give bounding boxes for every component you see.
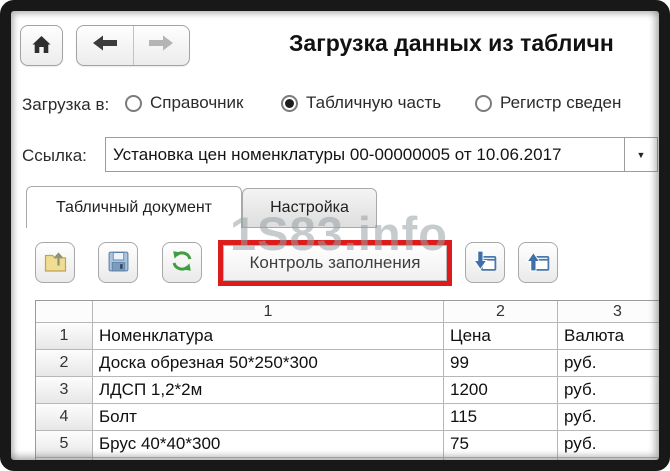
refresh-icon bbox=[170, 249, 194, 276]
arrow-left-icon bbox=[92, 34, 118, 57]
forward-button[interactable] bbox=[134, 26, 190, 65]
column-header[interactable]: 1 bbox=[93, 301, 444, 323]
table-cell[interactable]: руб. bbox=[558, 377, 659, 404]
column-header[interactable]: 2 bbox=[444, 301, 558, 323]
table-cell[interactable]: 115 bbox=[444, 404, 558, 431]
chevron-down-icon: ▼ bbox=[636, 149, 646, 160]
table-cell[interactable]: ЛДСП 1,2*2м bbox=[93, 377, 444, 404]
screenshot: Загрузка данных из табличн Загрузка в: С… bbox=[0, 0, 670, 471]
back-button[interactable] bbox=[77, 26, 134, 65]
table-cell[interactable]: Брус 40*40*300 bbox=[93, 431, 444, 458]
table-cell[interactable]: руб. bbox=[558, 350, 659, 377]
arrow-right-icon bbox=[148, 34, 174, 57]
link-input[interactable]: Установка цен номенклатуры 00-00000005 о… bbox=[106, 138, 624, 171]
table-cell[interactable]: Доска обрезная 50*250*300 bbox=[93, 350, 444, 377]
table-cell[interactable] bbox=[444, 458, 558, 460]
highlight-red-frame: Контроль заполнения bbox=[218, 240, 452, 286]
table-cell[interactable]: Болт bbox=[93, 404, 444, 431]
link-label: Ссылка: bbox=[22, 146, 87, 165]
row-number-cell[interactable]: 3 bbox=[36, 377, 93, 404]
page-title: Загрузка данных из табличн bbox=[289, 30, 614, 56]
link-dropdown-button[interactable]: ▼ bbox=[624, 138, 657, 171]
radio-icon[interactable] bbox=[125, 94, 142, 112]
row-number-cell[interactable]: 1 bbox=[36, 323, 93, 350]
radio-option-spravochnik[interactable]: Справочник bbox=[125, 92, 244, 114]
arrow-down-window-icon bbox=[472, 249, 498, 276]
open-file-button[interactable] bbox=[35, 242, 75, 283]
table-cell[interactable]: Цена bbox=[444, 323, 558, 350]
radio-option-label: Регистр сведен bbox=[500, 93, 622, 112]
home-icon bbox=[31, 35, 52, 57]
save-icon bbox=[107, 250, 130, 276]
tab-tablichny-dokument[interactable]: Табличный документ bbox=[26, 186, 242, 228]
table-cell[interactable] bbox=[558, 458, 659, 460]
table-cell[interactable]: руб. bbox=[558, 404, 659, 431]
radio-selected-icon[interactable] bbox=[281, 94, 298, 112]
refresh-button[interactable] bbox=[162, 242, 202, 283]
radio-icon[interactable] bbox=[475, 94, 492, 112]
radio-option-label: Табличную часть bbox=[306, 93, 442, 112]
fill-control-button[interactable]: Контроль заполнения bbox=[223, 245, 447, 281]
table-cell[interactable]: 1200 bbox=[444, 377, 558, 404]
home-button[interactable] bbox=[20, 25, 63, 66]
load-target-label: Загрузка в: bbox=[22, 95, 110, 114]
folder-open-icon bbox=[43, 250, 68, 276]
table-cell[interactable]: 99 bbox=[444, 350, 558, 377]
history-nav bbox=[76, 25, 190, 66]
link-field: Установка цен номенклатуры 00-00000005 о… bbox=[105, 137, 658, 172]
data-table: 1 2 3 1 Номенклатура Цена Валюта 2 Доска… bbox=[35, 300, 659, 460]
radio-option-registr-svedeniy[interactable]: Регистр сведен bbox=[475, 92, 621, 114]
tab-label: Настройка bbox=[270, 199, 349, 216]
arrow-up-window-icon bbox=[525, 249, 551, 276]
export-button[interactable] bbox=[518, 242, 558, 283]
tab-label: Табличный документ bbox=[55, 198, 213, 216]
save-button[interactable] bbox=[98, 242, 138, 283]
table-cell[interactable]: руб. bbox=[558, 431, 659, 458]
row-number-cell[interactable]: 4 bbox=[36, 404, 93, 431]
row-number-cell[interactable]: 2 bbox=[36, 350, 93, 377]
table-cell[interactable] bbox=[93, 458, 444, 460]
table-cell[interactable]: 75 bbox=[444, 431, 558, 458]
tab-nastroyka[interactable]: Настройка bbox=[242, 188, 377, 228]
corner-cell[interactable] bbox=[36, 301, 93, 323]
table-cell[interactable]: Валюта bbox=[558, 323, 659, 350]
row-number-cell[interactable] bbox=[36, 458, 93, 460]
row-number-cell[interactable]: 5 bbox=[36, 431, 93, 458]
table-cell[interactable]: Номенклатура bbox=[93, 323, 444, 350]
radio-option-label: Справочник bbox=[150, 93, 244, 112]
import-button[interactable] bbox=[465, 242, 505, 283]
column-header[interactable]: 3 bbox=[558, 301, 659, 323]
radio-option-tablichnaya-chast[interactable]: Табличную часть bbox=[281, 92, 441, 114]
